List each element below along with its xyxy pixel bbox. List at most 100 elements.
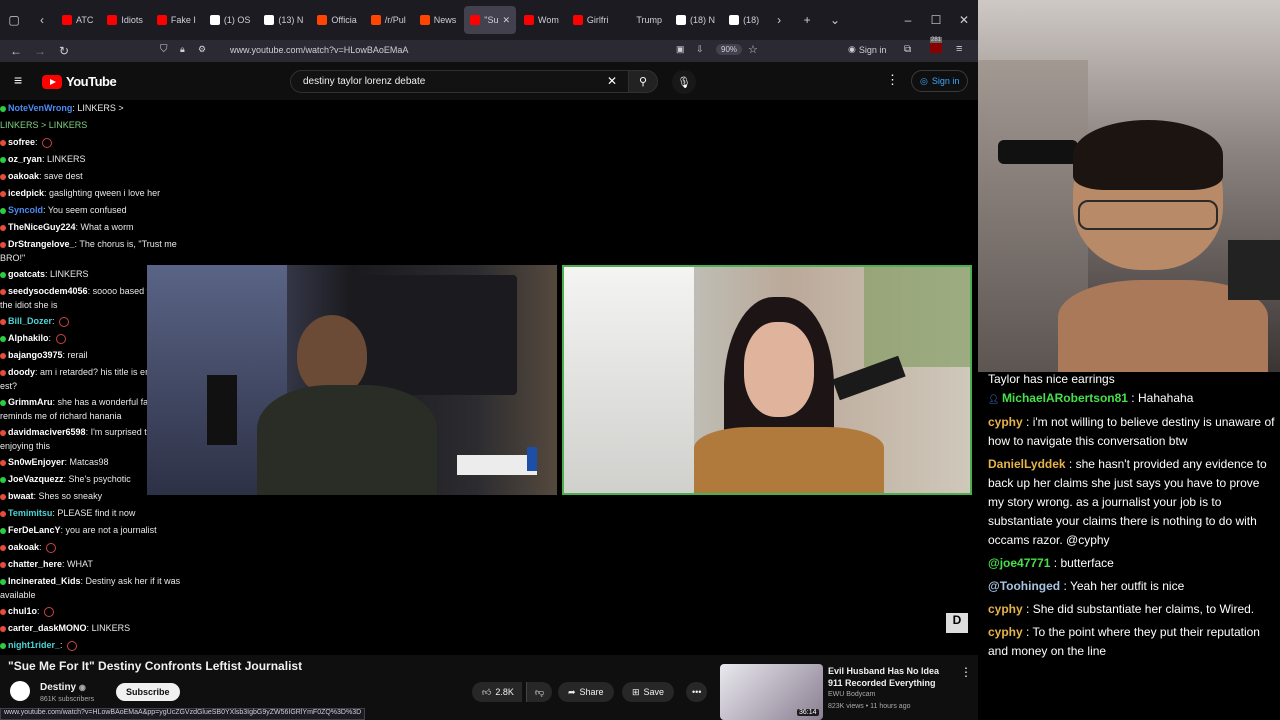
chat-username: Sn0wEnjoyer [8,457,65,467]
channel-avatar[interactable] [10,681,30,701]
chat-badge-icon [0,241,6,248]
chat-badge-icon [0,510,6,517]
chat-badge-icon [0,476,6,483]
channel-name[interactable]: Destiny ◉ [40,682,86,693]
chat-username: Temimitsu [8,508,53,518]
permissions-icon[interactable]: ⚙ [198,44,206,55]
browser-tab[interactable]: ATC [56,6,99,34]
share-button[interactable]: ➦ Share [558,682,614,702]
browser-tab[interactable]: Officia [311,6,362,34]
tab-favicon-icon [156,15,167,25]
recommended-menu-icon[interactable]: ⋮ [960,665,972,679]
hamburger-menu-icon[interactable]: ≡ [956,43,962,55]
close-tab-icon[interactable]: ✕ [502,15,510,26]
minimize-icon[interactable]: – [894,6,922,34]
zoom-level[interactable]: 90% [716,44,743,55]
overlay-chat-message: carter_daskMONO: LINKERS [0,620,200,637]
search-button[interactable]: ⚲ [628,70,658,93]
overlay-chat-message: TheNiceGuy224: What a worm [0,219,200,236]
recommended-title[interactable]: Evil Husband Has No Idea 911 Recorded Ev… [828,665,953,689]
browser-tab[interactable]: Idiots [101,6,149,34]
voice-search-button[interactable]: 🎙︎ [672,70,696,94]
youtube-logo-text: YouTube [66,74,117,89]
chat-username: NoteVenWrong [8,103,73,113]
reload-icon[interactable]: ↻ [52,44,76,58]
tab-overview-icon[interactable]: ▢ [0,6,28,34]
forward-icon[interactable]: → [28,44,52,58]
settings-dots-icon[interactable]: ⋮ [886,72,899,88]
save-playlist-icon: ⊞ [632,686,640,697]
more-actions-button[interactable]: ••• [686,682,708,702]
chat-username: Bill_Dozer [8,316,53,326]
video-player[interactable]: NoteVenWrong: LINKERS > LINKERS > LINKERS… [0,100,978,655]
chat-badge-icon [0,561,6,568]
overlay-chat-message: FerDeLancY: you are not a journalist [0,522,200,539]
stream-chat-username: cyphy [988,602,1023,616]
left-camera-feed [147,265,557,495]
close-window-icon[interactable]: ✕ [950,6,978,34]
share-icon: ➦ [568,686,576,697]
back-icon[interactable]: ← [4,44,28,58]
browser-tab[interactable]: News [414,6,463,34]
chat-username: carter_daskMONO [8,623,87,633]
download-icon[interactable]: ⇩ [696,44,704,55]
browser-tab[interactable]: Girlfri [567,6,615,34]
ublock-icon[interactable]: 281 [930,37,944,55]
browser-tab[interactable]: "Su ✕ [464,6,517,34]
browser-tab[interactable]: (13) N [258,6,309,34]
stream-chat-username: @joe47771 [988,556,1051,570]
guide-menu-icon[interactable]: ≡ [14,72,22,88]
share-label: Share [579,687,604,697]
stream-chat-message: cyphy : i'm not willing to believe desti… [988,413,1276,451]
clear-search-icon[interactable]: ✕ [607,74,617,88]
chat-username: chul1o [8,606,38,616]
extensions-icon[interactable]: ⧉ [904,44,911,55]
tab-favicon-icon [524,15,535,25]
browser-tab[interactable]: Fake I [151,6,202,34]
chat-emote-icon [42,137,53,148]
tab-label: /r/Pul [384,15,406,25]
youtube-sign-in-button[interactable]: ◎ Sign in [911,70,969,92]
browser-tab[interactable]: Wom [518,6,565,34]
keyboard-shape [457,455,537,475]
tab-scroll-left-icon[interactable]: ‹ [28,6,56,34]
browser-tab[interactable]: Trump [616,6,668,34]
youtube-play-icon [42,74,62,89]
bookmark-star-icon[interactable]: ☆ [748,43,758,56]
tab-label: "Su [484,15,499,25]
browser-tab[interactable]: (18) [723,6,765,34]
stream-chat: Taylor has nice earrings 👤︎ MichaelARobe… [978,372,1280,720]
tab-label: News [433,15,457,25]
chat-badge-icon [0,173,6,180]
tab-list: ATC Idiots Fake I (1) OS (13) N Officia/r/Pul… [56,6,765,34]
save-button[interactable]: ⊞ Save [622,682,675,702]
search-input[interactable]: destiny taylor lorenz debate [290,70,630,93]
browser-tab[interactable]: /r/Pul [365,6,412,34]
like-button[interactable]: 👍︎ 2.8K [472,682,522,702]
shield-icon[interactable]: ⛉ [160,44,168,55]
user-badge-icon: 👤︎ [988,394,1002,404]
lock-icon[interactable]: 🔒︎ [180,44,185,55]
youtube-logo[interactable]: YouTube [42,74,117,89]
new-tab-icon[interactable]: + [793,6,821,34]
recommended-channel[interactable]: EWU Bodycam [828,691,875,698]
tab-scroll-right-icon[interactable]: › [765,6,793,34]
overlay-chat-message: chatter_here: WHAT [0,556,200,573]
dislike-button[interactable]: 👎︎ [526,682,553,702]
tab-list-chevron-icon[interactable]: ⌄ [821,6,849,34]
subscribe-button[interactable]: Subscribe [116,683,180,701]
youtube-header: ≡ YouTube destiny taylor lorenz debate ✕… [0,62,978,100]
reader-view-icon[interactable]: ▣ [676,44,685,55]
can-shape [527,447,537,471]
browser-tab[interactable]: (1) OS [204,6,257,34]
stream-chat-text: butterface [1060,556,1114,570]
browser-tab[interactable]: (18) N [670,6,721,34]
firefox-account[interactable]: ◉ Sign in [848,44,886,55]
microphone-icon: 🎙︎ [677,76,691,89]
person-head-shape [297,315,367,395]
chat-text: She's psychotic [68,474,131,484]
chat-badge-icon [0,207,6,214]
url-field[interactable]: www.youtube.com/watch?v=HLowBAoEMaA [230,45,408,55]
chat-text: LINKERS > LINKERS [0,120,88,130]
maximize-icon[interactable]: ☐ [922,6,950,34]
